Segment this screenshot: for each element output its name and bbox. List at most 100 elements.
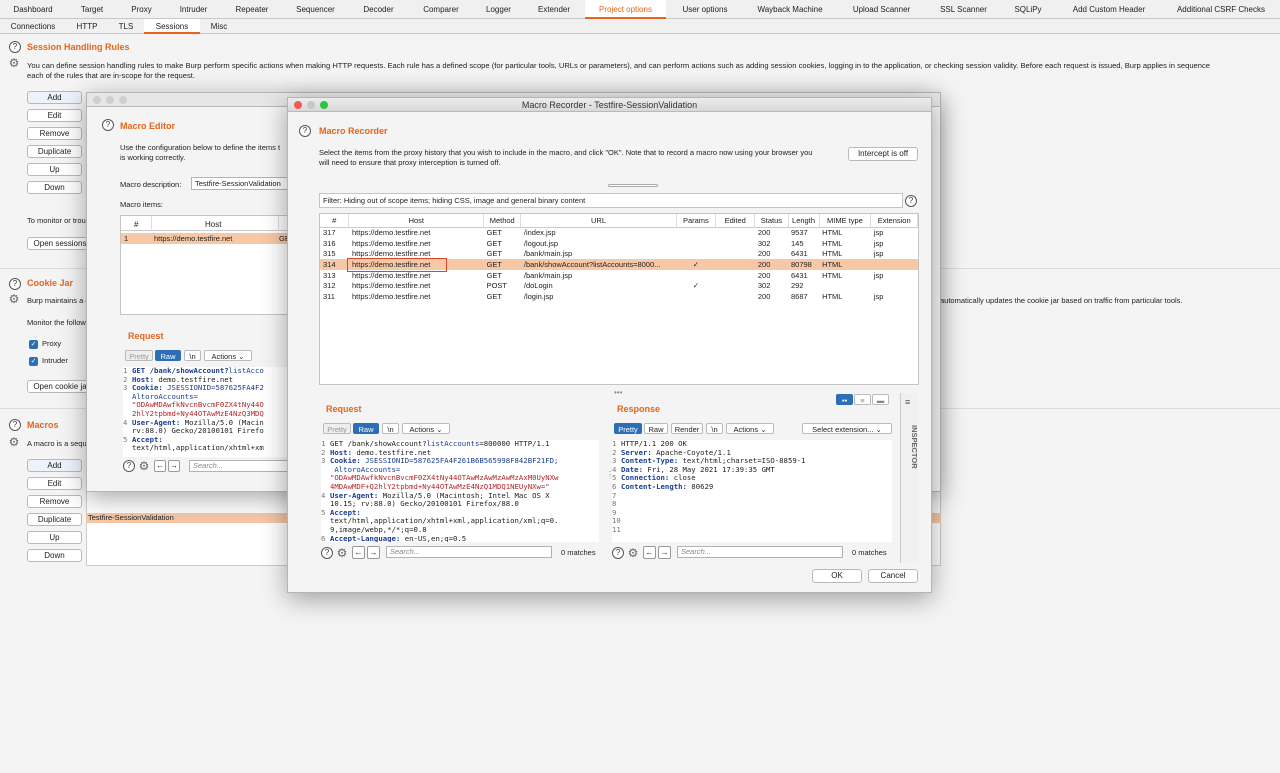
add-button[interactable]: Add [27, 91, 82, 104]
main-tab-add-custom-header[interactable]: Add Custom Header [1056, 0, 1162, 19]
split-handle[interactable]: ••• [614, 388, 622, 397]
main-tab-dashboard[interactable]: Dashboard [0, 0, 66, 19]
render-toggle[interactable]: Render [671, 423, 703, 434]
main-tab-project-options[interactable]: Project options [585, 0, 666, 19]
column-header-extension[interactable]: Extension [870, 214, 918, 228]
main-tab-comparer[interactable]: Comparer [408, 0, 474, 19]
ok-button[interactable]: OK [812, 569, 862, 583]
sub-tab-http[interactable]: HTTP [66, 19, 108, 34]
response-body[interactable]: 1 HTTP/1.1 200 OK 2 Server: Apache-Coyote/1… [612, 440, 892, 542]
column-header-edited[interactable]: Edited [715, 214, 756, 228]
main-tab-intruder[interactable]: Intruder [165, 0, 222, 19]
intruder-checkbox[interactable]: ✓ Intruder [29, 356, 68, 366]
arrow-left-icon[interactable]: ← [154, 460, 166, 472]
intercept-toggle-button[interactable]: Intercept is off [848, 147, 918, 161]
newline-toggle[interactable]: \n [184, 350, 201, 361]
select-extension-dropdown[interactable]: Select extension... ⌄ [802, 423, 892, 434]
newline-toggle[interactable]: \n [382, 423, 399, 434]
sub-tab-misc[interactable]: Misc [200, 19, 238, 34]
response-search-input[interactable]: Search... [677, 546, 843, 558]
request-body[interactable]: 1 GET /bank/showAccount?listAccounts=8000… [321, 440, 599, 542]
gear-icon[interactable]: ⚙ [627, 547, 639, 559]
split-handle[interactable] [608, 184, 658, 187]
arrow-left-icon[interactable]: ← [643, 546, 656, 559]
main-tab-sqlipy[interactable]: SQLiPy [1000, 0, 1056, 19]
sub-tab-connections[interactable]: Connections [0, 19, 66, 34]
layout-single-icon[interactable]: ▬ [872, 394, 889, 405]
raw-toggle[interactable]: Raw [155, 350, 181, 361]
main-tab-logger[interactable]: Logger [474, 0, 523, 19]
down-button[interactable]: Down [27, 181, 82, 194]
request-search-input[interactable]: Search... [386, 546, 552, 558]
main-tab-wayback-machine[interactable]: Wayback Machine [744, 0, 836, 19]
main-tab-extender[interactable]: Extender [523, 0, 585, 19]
duplicate-button[interactable]: Duplicate [27, 513, 82, 526]
edit-button[interactable]: Edit [27, 109, 82, 122]
help-icon[interactable]: ? [102, 119, 114, 131]
editor-request-body[interactable]: 1 GET /bank/showAccount?listAcco 2 Host: de… [123, 367, 291, 457]
gear-icon[interactable]: ⚙ [8, 293, 20, 305]
pretty-toggle[interactable]: Pretty [323, 423, 351, 434]
gear-icon[interactable]: ⚙ [336, 547, 348, 559]
zoom-button[interactable] [320, 101, 328, 109]
newline-toggle[interactable]: \n [706, 423, 723, 434]
column-header-host[interactable]: Host [348, 214, 485, 228]
add-button[interactable]: Add [27, 459, 82, 472]
help-icon[interactable]: ? [321, 547, 333, 559]
help-icon[interactable]: ? [123, 460, 135, 472]
actions-dropdown[interactable]: Actions ⌄ [726, 423, 774, 434]
zoom-button[interactable] [119, 96, 127, 104]
column-header-[interactable]: # [320, 214, 350, 228]
minimize-button[interactable] [307, 101, 315, 109]
sub-tab-sessions[interactable]: Sessions [144, 19, 200, 34]
up-button[interactable]: Up [27, 531, 82, 544]
help-icon[interactable]: ? [612, 547, 624, 559]
layout-split-icon[interactable]: ▪▪ [836, 394, 853, 405]
gear-icon[interactable]: ⚙ [138, 460, 150, 472]
gear-icon[interactable]: ⚙ [8, 57, 20, 69]
help-icon[interactable]: ? [905, 195, 917, 207]
actions-dropdown[interactable]: Actions ⌄ [204, 350, 252, 361]
table-row[interactable]: 311 https://demo.testfire.net GET/login.js… [320, 291, 918, 302]
arrow-right-icon[interactable]: → [658, 546, 671, 559]
column-header-length[interactable]: Length [788, 214, 820, 228]
column-header-status[interactable]: Status [754, 214, 789, 228]
remove-button[interactable]: Remove [27, 495, 82, 508]
close-button[interactable] [93, 96, 101, 104]
raw-toggle[interactable]: Raw [644, 423, 668, 434]
layout-rows-icon[interactable]: ≡ [854, 394, 871, 405]
close-button[interactable] [294, 101, 302, 109]
remove-button[interactable]: Remove [27, 127, 82, 140]
up-button[interactable]: Up [27, 163, 82, 176]
help-icon[interactable]: ? [9, 419, 21, 431]
proxy-checkbox[interactable]: ✓ Proxy [29, 339, 61, 349]
main-tab-decoder[interactable]: Decoder [349, 0, 408, 19]
editor-search-input[interactable]: Search... [189, 460, 291, 472]
edit-button[interactable]: Edit [27, 477, 82, 490]
raw-toggle[interactable]: Raw [353, 423, 379, 434]
actions-dropdown[interactable]: Actions ⌄ [402, 423, 450, 434]
column-header-params[interactable]: Params [676, 214, 717, 228]
open-cookie-jar-button[interactable]: Open cookie ja [27, 380, 93, 393]
pretty-toggle[interactable]: Pretty [125, 350, 153, 361]
minimize-button[interactable] [106, 96, 114, 104]
table-row[interactable]: 316 https://demo.testfire.net GET/logout.j… [320, 238, 918, 249]
main-tab-repeater[interactable]: Repeater [222, 0, 282, 19]
column-header-url[interactable]: URL [520, 214, 677, 228]
main-tab-proxy[interactable]: Proxy [118, 0, 165, 19]
main-tab-sequencer[interactable]: Sequencer [282, 0, 349, 19]
filter-bar[interactable]: Filter: Hiding out of scope items; hidin… [319, 193, 903, 208]
column-header-method[interactable]: Method [483, 214, 522, 228]
table-row[interactable]: 312 https://demo.testfire.net POST/doLogin… [320, 280, 918, 291]
inspector-rail[interactable]: ≡ INSPECTOR [900, 393, 919, 563]
help-icon[interactable]: ? [9, 278, 21, 290]
arrow-right-icon[interactable]: → [367, 546, 380, 559]
pretty-toggle[interactable]: Pretty [614, 423, 642, 434]
main-tab-additional-csrf-checks[interactable]: Additional CSRF Checks [1162, 0, 1280, 19]
main-tab-upload-scanner[interactable]: Upload Scanner [836, 0, 927, 19]
main-tab-target[interactable]: Target [66, 0, 118, 19]
menu-icon[interactable]: ≡ [905, 397, 910, 407]
table-row[interactable]: 317 https://demo.testfire.net GET/index.js… [320, 227, 918, 238]
help-icon[interactable]: ? [9, 41, 21, 53]
sub-tab-tls[interactable]: TLS [108, 19, 144, 34]
